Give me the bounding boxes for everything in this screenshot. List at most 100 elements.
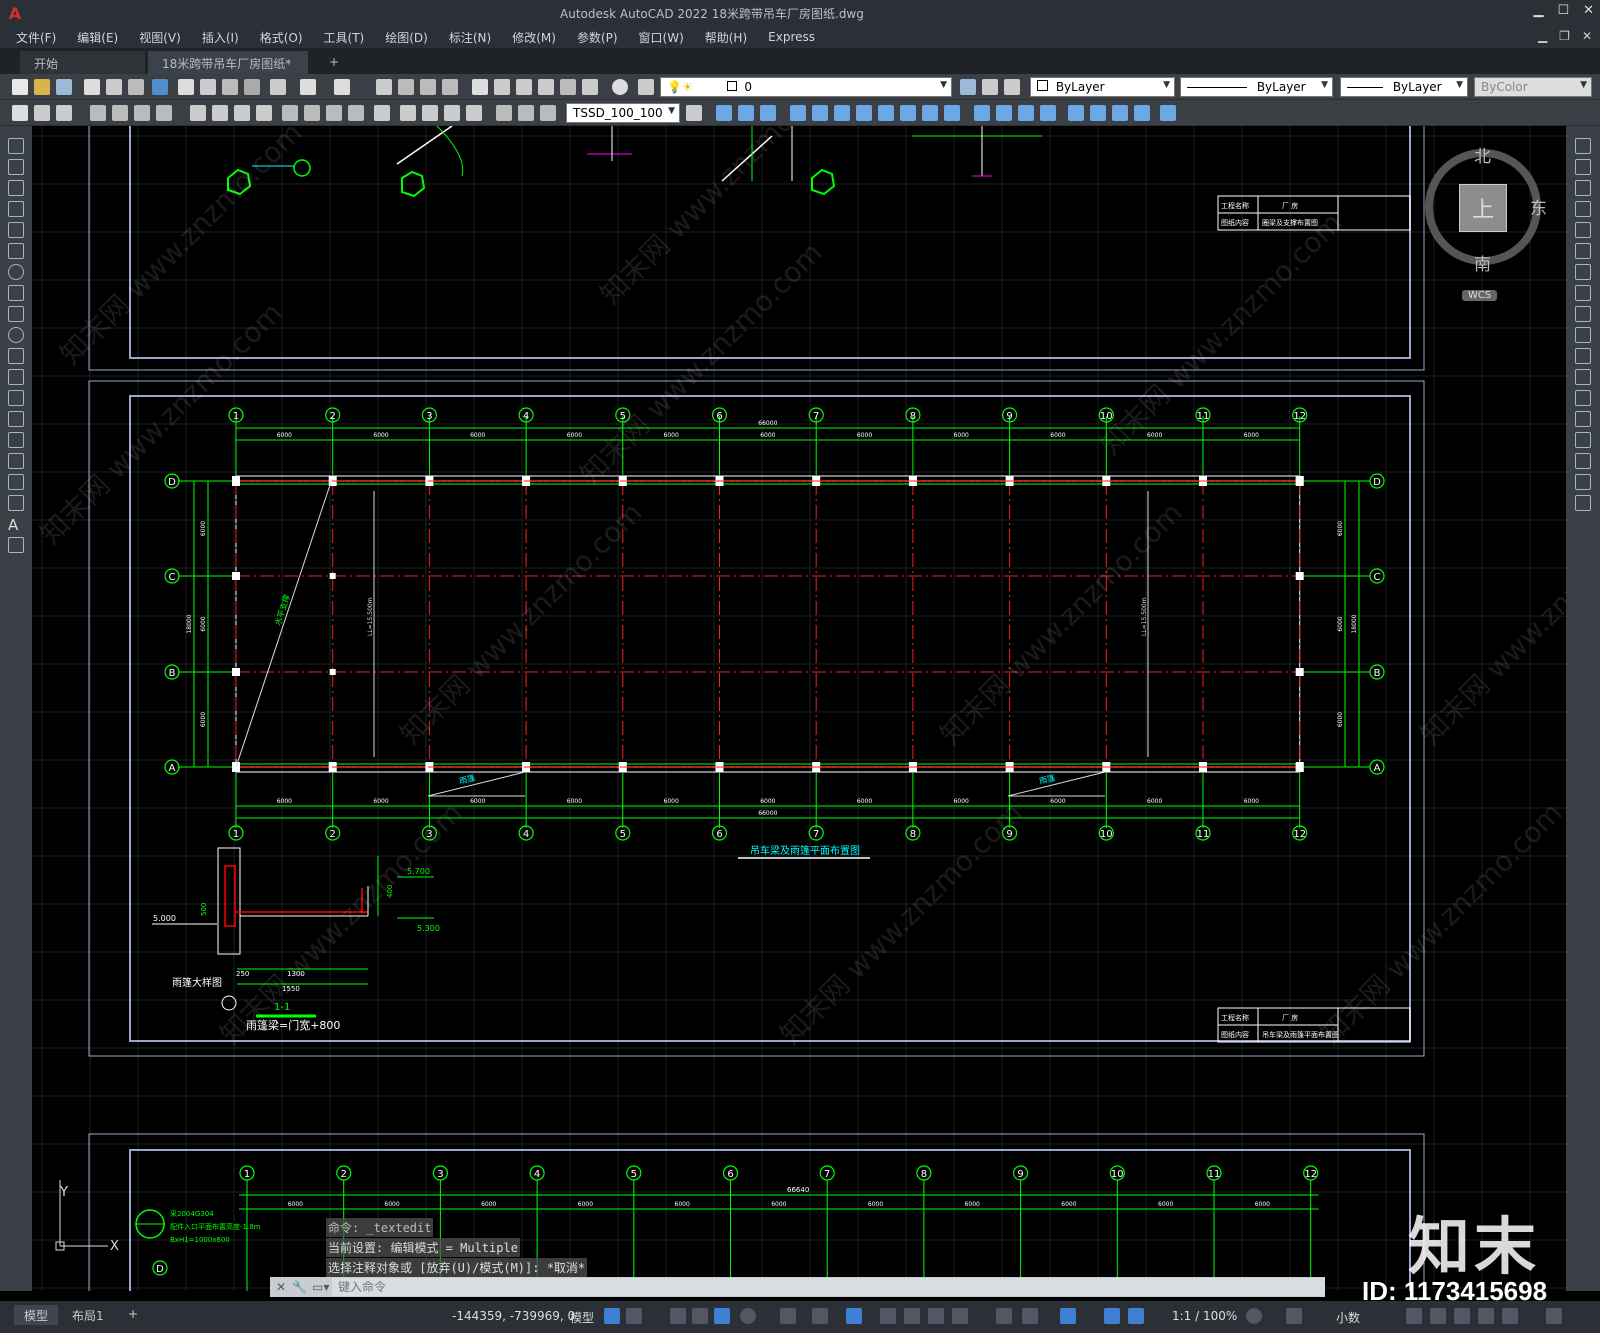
zoom-window-icon[interactable] <box>420 79 436 95</box>
trim-icon[interactable] <box>1575 327 1591 343</box>
block-editor-icon[interactable] <box>270 79 286 95</box>
isolate-objects-icon[interactable] <box>1454 1308 1470 1324</box>
break-icon[interactable] <box>1575 390 1591 406</box>
wrench-icon[interactable]: 🔧 <box>292 1280 312 1294</box>
linetype-dropdown[interactable]: ByLayer ▼ <box>1180 77 1333 97</box>
point-icon[interactable] <box>8 411 24 427</box>
modify-join-icon[interactable] <box>996 105 1012 121</box>
modify-break-icon[interactable] <box>974 105 990 121</box>
save-icon[interactable] <box>56 79 72 95</box>
modify-erase-icon[interactable] <box>716 105 732 121</box>
line-icon[interactable] <box>8 138 24 154</box>
paste-icon[interactable] <box>222 79 238 95</box>
doc-minimize-button[interactable]: ▁ <box>1538 29 1547 43</box>
make-block-icon[interactable] <box>8 390 24 406</box>
compass-east[interactable]: 东 <box>1530 194 1547 219</box>
ellipse-icon[interactable] <box>8 327 24 343</box>
polar-tracking-icon[interactable] <box>740 1308 756 1324</box>
menu-help[interactable]: 帮助(H) <box>705 29 747 46</box>
plot-icon[interactable] <box>84 79 100 95</box>
plot-preview-icon[interactable] <box>106 79 122 95</box>
pan-icon[interactable] <box>376 79 392 95</box>
command-input[interactable] <box>332 1278 1325 1296</box>
lock-ui-icon[interactable] <box>1430 1308 1446 1324</box>
menu-express[interactable]: Express <box>768 30 815 44</box>
isometric-icon[interactable] <box>780 1308 796 1324</box>
units-readout[interactable]: 小数 <box>1336 1309 1360 1326</box>
close-icon[interactable]: ✕ <box>270 1280 292 1294</box>
modify-lengthen-icon[interactable] <box>1090 105 1106 121</box>
view-cube-face-top[interactable]: 上 <box>1459 184 1507 232</box>
modify-blend-icon[interactable] <box>1134 105 1150 121</box>
quick-properties-icon[interactable] <box>1406 1308 1422 1324</box>
new-tab-button[interactable]: + <box>315 51 353 74</box>
mirror-icon[interactable] <box>1575 180 1591 196</box>
customization-menu-icon[interactable] <box>1546 1308 1562 1324</box>
markup-icon[interactable] <box>560 79 576 95</box>
dim-jogged-icon[interactable] <box>134 105 150 121</box>
dim-angular-icon[interactable] <box>190 105 206 121</box>
insert-block-icon[interactable] <box>8 369 24 385</box>
dim-space-icon[interactable] <box>282 105 298 121</box>
modify-copy-icon[interactable] <box>738 105 754 121</box>
stretch-icon[interactable] <box>1575 306 1591 322</box>
zoom-previous-icon[interactable] <box>442 79 458 95</box>
rectangle-icon[interactable] <box>8 222 24 238</box>
dim-style-icon[interactable] <box>496 105 512 121</box>
layout-tab-1[interactable]: 布局1 <box>62 1305 114 1325</box>
dim-ordinate-icon[interactable] <box>90 105 106 121</box>
selection-filter-icon[interactable] <box>1022 1308 1038 1324</box>
properties-icon[interactable] <box>472 79 488 95</box>
compass-north[interactable]: 北 <box>1474 142 1491 167</box>
annotation-monitor-icon[interactable] <box>1286 1308 1302 1324</box>
construction-line-icon[interactable] <box>8 159 24 175</box>
layer-properties-icon[interactable] <box>638 79 654 95</box>
lineweight-icon[interactable] <box>880 1308 896 1324</box>
dim-reassociate-icon[interactable] <box>540 105 556 121</box>
help-icon[interactable] <box>612 79 628 95</box>
erase-icon[interactable] <box>1575 138 1591 154</box>
offset-icon[interactable] <box>1575 201 1591 217</box>
copy-icon[interactable] <box>200 79 216 95</box>
object-snap-icon[interactable] <box>846 1308 862 1324</box>
publish-icon[interactable] <box>128 79 144 95</box>
ortho-icon[interactable] <box>714 1308 730 1324</box>
hardware-acceleration-icon[interactable] <box>1478 1308 1494 1324</box>
tool-palettes-icon[interactable] <box>516 79 532 95</box>
sheet-set-icon[interactable] <box>538 79 554 95</box>
dynamic-input-icon[interactable] <box>692 1308 708 1324</box>
transparency-icon[interactable] <box>904 1308 920 1324</box>
gradient-icon[interactable] <box>8 453 24 469</box>
match-properties-icon[interactable] <box>244 79 260 95</box>
dim-override-icon[interactable] <box>518 105 534 121</box>
menu-insert[interactable]: 插入(I) <box>202 29 239 46</box>
extend-icon[interactable] <box>1575 348 1591 364</box>
menu-view[interactable]: 视图(V) <box>139 29 181 46</box>
chamfer-icon[interactable] <box>1575 432 1591 448</box>
color-dropdown[interactable]: ByLayer ▼ <box>1030 77 1175 97</box>
plotstyle-dropdown[interactable]: ByColor ▼ <box>1474 77 1592 97</box>
spline-icon[interactable] <box>8 306 24 322</box>
grid-icon[interactable] <box>604 1308 620 1324</box>
modify-move-icon[interactable] <box>834 105 850 121</box>
inspection-icon[interactable] <box>374 105 390 121</box>
multiline-text-icon[interactable]: A <box>8 516 24 534</box>
table-icon[interactable] <box>8 495 24 511</box>
arc-icon[interactable] <box>8 243 24 259</box>
dim-radius-icon[interactable] <box>112 105 128 121</box>
menu-window[interactable]: 窗口(W) <box>639 29 684 46</box>
workspace-gear-icon[interactable] <box>1246 1308 1262 1324</box>
doc-close-button[interactable]: ✕ <box>1582 29 1592 43</box>
modify-mirror-icon[interactable] <box>760 105 776 121</box>
infer-constraints-icon[interactable] <box>670 1308 686 1324</box>
drawing-canvas[interactable]: 工程名称 厂 房 图纸内容 圈梁及支撑布置图 11223344556677889… <box>32 126 1566 1291</box>
new-icon[interactable] <box>12 79 28 95</box>
wcs-menu[interactable]: WCS <box>1462 290 1498 301</box>
layer-previous-icon[interactable] <box>982 79 998 95</box>
dim-arc-icon[interactable] <box>56 105 72 121</box>
open-icon[interactable] <box>34 79 50 95</box>
modify-rotate-icon[interactable] <box>856 105 872 121</box>
circle-icon[interactable] <box>8 264 24 280</box>
annotation-scale[interactable]: 1:1 / 100% <box>1172 1309 1237 1323</box>
polygon-icon[interactable] <box>8 201 24 217</box>
